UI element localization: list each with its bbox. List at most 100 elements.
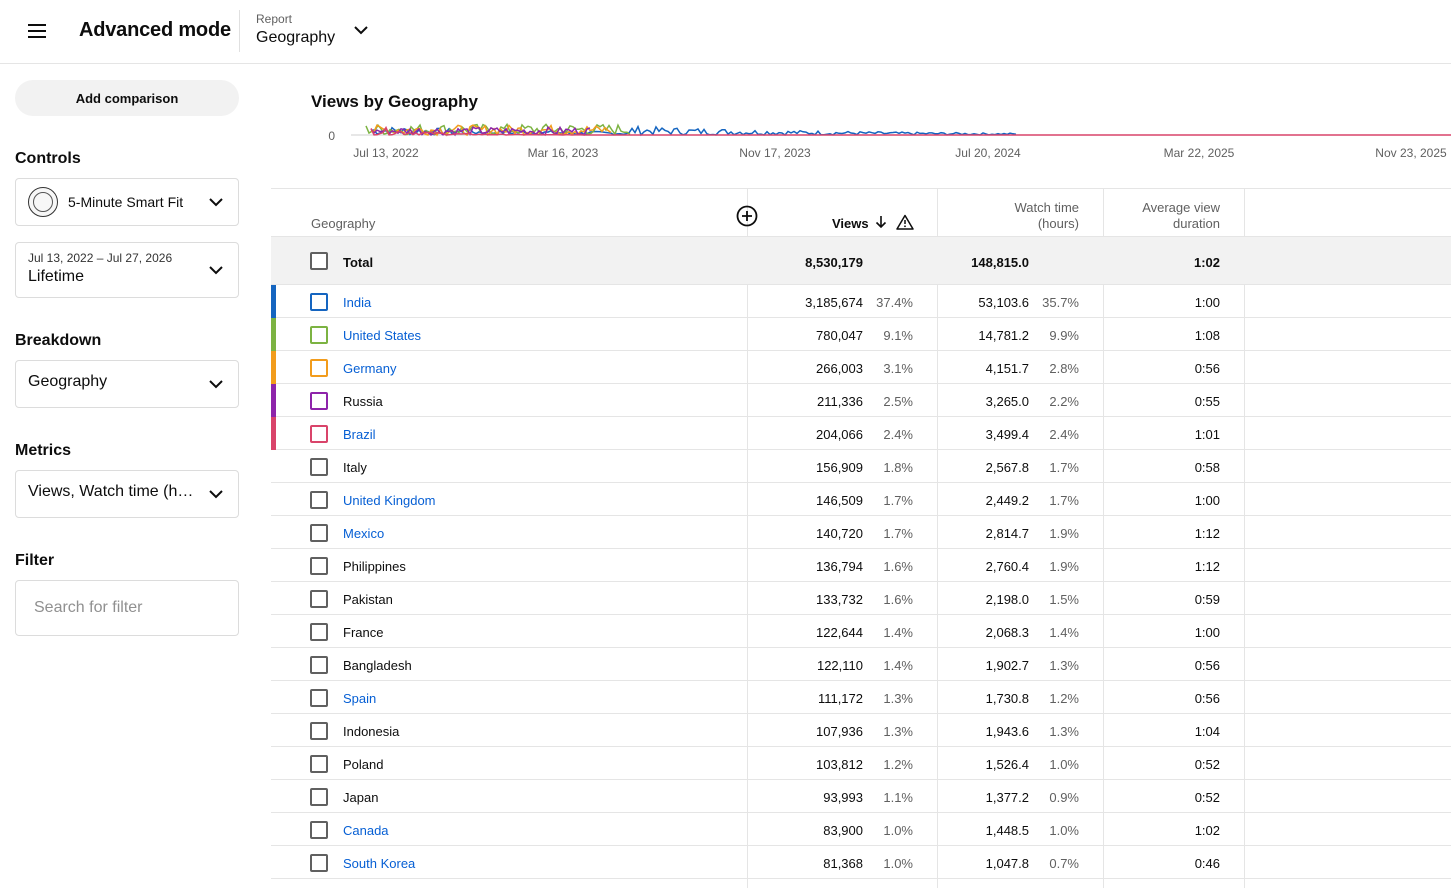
date-range-selector[interactable]: Jul 13, 2022 – Jul 27, 2026 Lifetime bbox=[15, 242, 239, 298]
watch-time-percent: 1.4% bbox=[1049, 625, 1079, 640]
row-checkbox[interactable] bbox=[310, 788, 328, 806]
avd-value: 0:56 bbox=[1194, 658, 1220, 673]
geography-name[interactable]: Brazil bbox=[343, 427, 376, 442]
x-tick-label: Jul 13, 2022 bbox=[353, 146, 419, 160]
series-color-swatch bbox=[271, 318, 276, 351]
warning-icon[interactable] bbox=[896, 214, 914, 230]
views-percent: 1.6% bbox=[883, 592, 913, 607]
channel-selector[interactable]: 5-Minute Smart Fit bbox=[15, 178, 239, 226]
row-checkbox[interactable] bbox=[310, 458, 328, 476]
row-checkbox[interactable] bbox=[310, 755, 328, 773]
hamburger-menu-icon[interactable] bbox=[20, 14, 54, 48]
views-percent: 1.2% bbox=[883, 757, 913, 772]
geography-name: France bbox=[343, 625, 384, 640]
row-checkbox[interactable] bbox=[310, 689, 328, 707]
watch-time-value: 2,068.3 bbox=[985, 625, 1029, 640]
row-checkbox[interactable] bbox=[310, 326, 328, 344]
table-row: Japan 93,993 1.1% 1,377.2 0.9% 0:52 bbox=[271, 780, 1451, 813]
avd-value: 0:52 bbox=[1194, 790, 1220, 805]
row-checkbox[interactable] bbox=[310, 821, 328, 839]
chart-title: Views by Geography bbox=[311, 92, 478, 111]
row-checkbox[interactable] bbox=[310, 590, 328, 608]
geography-column-header[interactable]: Geography bbox=[311, 216, 375, 231]
views-percent: 1.7% bbox=[883, 493, 913, 508]
geography-name: Russia bbox=[343, 394, 383, 409]
avd-column-header[interactable]: Average view duration bbox=[1121, 200, 1220, 232]
geography-name[interactable]: South Korea bbox=[343, 856, 415, 871]
watch-time-value: 3,265.0 bbox=[985, 394, 1029, 409]
geography-table: Geography Views Watch time (hours) Avera… bbox=[271, 188, 1451, 888]
views-column-header[interactable]: Views bbox=[832, 216, 869, 231]
avd-value: 0:56 bbox=[1194, 361, 1220, 376]
add-metric-icon[interactable] bbox=[736, 205, 758, 227]
row-checkbox[interactable] bbox=[310, 425, 328, 443]
series-color-swatch bbox=[271, 417, 276, 450]
app-title: Advanced mode bbox=[79, 19, 231, 41]
avd-value: 1:01 bbox=[1194, 427, 1220, 442]
views-value: 146,509 bbox=[816, 493, 863, 508]
table-row: India 3,185,674 37.4% 53,103.6 35.7% 1:00 bbox=[271, 285, 1451, 318]
row-checkbox[interactable] bbox=[310, 722, 328, 740]
row-checkbox[interactable] bbox=[310, 623, 328, 641]
date-range-text: Jul 13, 2022 – Jul 27, 2026 bbox=[28, 251, 173, 265]
watch-time-value: 3,499.4 bbox=[985, 427, 1029, 442]
main-content: Views by Geography 0 Jul 13, 2022 Mar 16,… bbox=[271, 64, 1451, 888]
watch-time-value: 2,198.0 bbox=[985, 592, 1029, 607]
row-checkbox[interactable] bbox=[310, 392, 328, 410]
row-checkbox[interactable] bbox=[310, 854, 328, 872]
watch-time-column-header[interactable]: Watch time (hours) bbox=[951, 200, 1079, 232]
breakdown-label: Breakdown bbox=[15, 332, 102, 349]
row-checkbox[interactable] bbox=[310, 491, 328, 509]
geography-name[interactable]: Mexico bbox=[343, 526, 384, 541]
total-label: Total bbox=[343, 255, 374, 270]
watch-time-value: 14,781.2 bbox=[978, 328, 1029, 343]
row-checkbox[interactable] bbox=[310, 359, 328, 377]
views-value: 204,066 bbox=[816, 427, 863, 442]
avd-header-line2: duration bbox=[1173, 216, 1220, 231]
geography-name[interactable]: India bbox=[343, 295, 371, 310]
table-row: United Kingdom 146,509 1.7% 2,449.2 1.7% 1:00 bbox=[271, 483, 1451, 516]
total-row: Total 8,530,179 148,815.0 1:02 bbox=[271, 237, 1451, 285]
chevron-down-icon bbox=[209, 198, 223, 207]
breakdown-selector[interactable]: Geography bbox=[15, 360, 239, 408]
table-row: Pakistan 133,732 1.6% 2,198.0 1.5% 0:59 bbox=[271, 582, 1451, 615]
row-checkbox[interactable] bbox=[310, 656, 328, 674]
row-checkbox[interactable] bbox=[310, 293, 328, 311]
table-row: Russia 211,336 2.5% 3,265.0 2.2% 0:55 bbox=[271, 384, 1451, 417]
views-value: 81,368 bbox=[823, 856, 863, 871]
views-percent: 37.4% bbox=[876, 295, 913, 310]
views-percent: 2.5% bbox=[883, 394, 913, 409]
filter-search-input[interactable] bbox=[15, 580, 239, 636]
report-caption: Report bbox=[256, 12, 293, 26]
report-dropdown[interactable]: Report Geography bbox=[256, 10, 376, 54]
table-row: Spain 111,172 1.3% 1,730.8 1.2% 0:56 bbox=[271, 681, 1451, 714]
views-percent: 2.4% bbox=[883, 427, 913, 442]
chevron-down-icon bbox=[209, 380, 223, 389]
row-checkbox[interactable] bbox=[310, 557, 328, 575]
sidebar: Add comparison Controls 5-Minute Smart F… bbox=[0, 64, 254, 888]
views-value: 83,900 bbox=[823, 823, 863, 838]
filter-label: Filter bbox=[15, 552, 55, 569]
geography-name[interactable]: United Kingdom bbox=[343, 493, 436, 508]
table-row: Poland 103,812 1.2% 1,526.4 1.0% 0:52 bbox=[271, 747, 1451, 780]
watch-time-percent: 1.5% bbox=[1049, 592, 1079, 607]
geography-name[interactable]: Spain bbox=[343, 691, 376, 706]
views-percent: 1.6% bbox=[883, 559, 913, 574]
geography-name[interactable]: Canada bbox=[343, 823, 389, 838]
add-comparison-button[interactable]: Add comparison bbox=[15, 80, 239, 116]
geography-name[interactable]: Germany bbox=[343, 361, 396, 376]
avd-value: 0:58 bbox=[1194, 460, 1220, 475]
table-row: Italy 156,909 1.8% 2,567.8 1.7% 0:58 bbox=[271, 450, 1451, 483]
row-checkbox[interactable] bbox=[310, 524, 328, 542]
avd-value: 0:56 bbox=[1194, 691, 1220, 706]
series-color-swatch bbox=[271, 285, 276, 318]
total-views: 8,530,179 bbox=[805, 255, 863, 270]
total-checkbox[interactable] bbox=[310, 252, 328, 270]
watch-time-header-line2: (hours) bbox=[1037, 216, 1079, 231]
geography-name[interactable]: United States bbox=[343, 328, 421, 343]
watch-time-value: 1,448.5 bbox=[985, 823, 1029, 838]
views-percent: 1.0% bbox=[883, 823, 913, 838]
sort-descending-icon[interactable] bbox=[874, 215, 888, 229]
metrics-selector[interactable]: Views, Watch time (hours) bbox=[15, 470, 239, 518]
total-avd: 1:02 bbox=[1193, 255, 1220, 270]
